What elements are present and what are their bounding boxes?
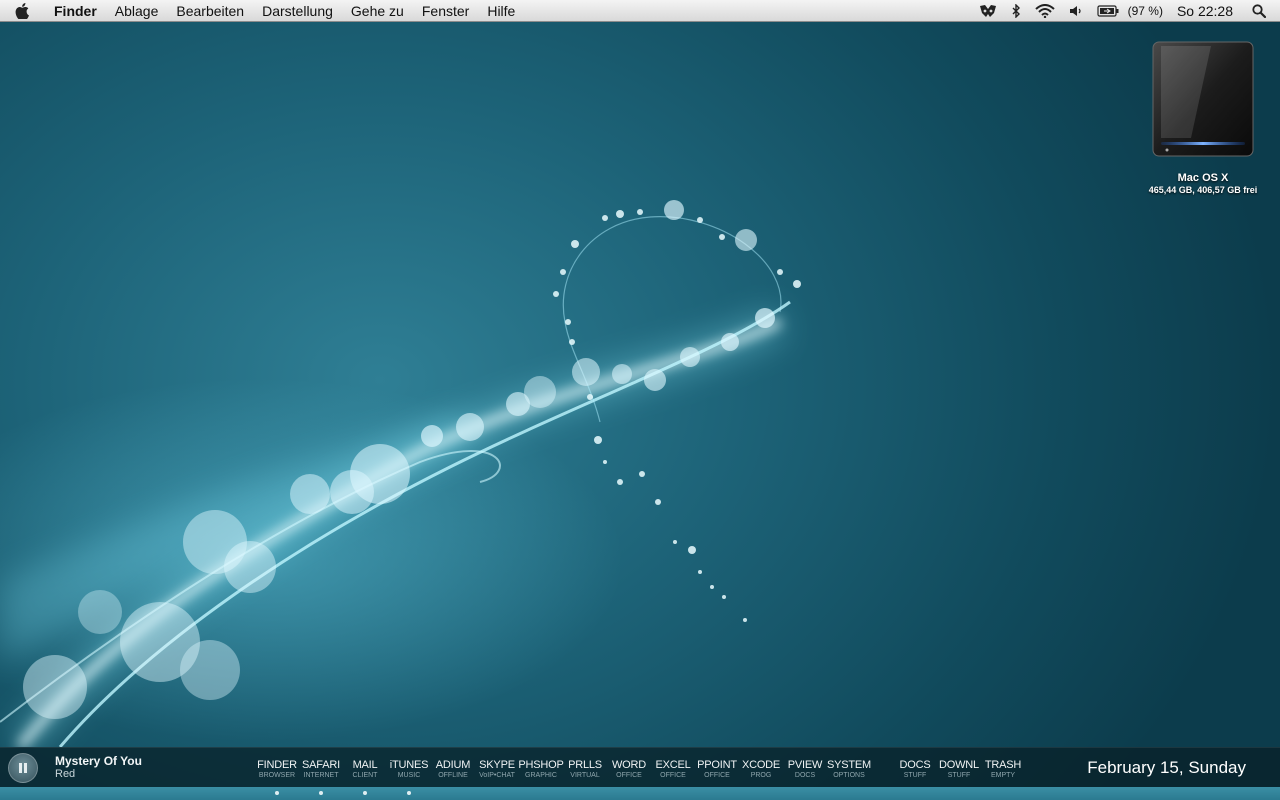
growl-status[interactable] bbox=[972, 0, 1004, 22]
dock-item-label: XCODE bbox=[741, 759, 781, 771]
dock-item-docs[interactable]: DOCS STUFF bbox=[900, 759, 931, 780]
dock-item-sublabel: EMPTY bbox=[990, 772, 1016, 779]
menu-bar: Finder Ablage Bearbeiten Darstellung Geh… bbox=[0, 0, 1280, 22]
dock-item-sublabel: GRAPHIC bbox=[525, 772, 557, 779]
pause-button[interactable] bbox=[8, 753, 38, 783]
dock-item-label: SAFARI bbox=[302, 759, 340, 771]
dock-item-system[interactable]: SYSTEM OPTIONS bbox=[827, 759, 871, 780]
dock-item-adium[interactable]: ADIUM OFFLINE bbox=[435, 759, 471, 780]
menu-clock[interactable]: So 22:28 bbox=[1169, 3, 1245, 19]
menu-hilfe[interactable]: Hilfe bbox=[478, 0, 524, 22]
dock-item-label: TRASH bbox=[984, 759, 1022, 771]
dock-item-label: ADIUM bbox=[435, 759, 471, 771]
dock-item-sublabel: STUFF bbox=[947, 772, 971, 779]
apple-icon bbox=[15, 2, 29, 19]
dock-item-sublabel: INTERNET bbox=[303, 772, 339, 779]
dock-item-skype[interactable]: SKYPE VoIP•CHAT bbox=[479, 759, 515, 780]
dock-item-sublabel: OFFLINE bbox=[438, 772, 468, 779]
bottom-strip bbox=[0, 787, 1280, 800]
desktop-disk-mac-os-x[interactable]: Mac OS X 465,44 GB, 406,57 GB frei bbox=[1130, 38, 1276, 195]
dock-item-label: PHSHOP bbox=[518, 759, 564, 771]
dock-item-mail[interactable]: MAIL CLIENT bbox=[353, 759, 378, 780]
volume-status[interactable] bbox=[1062, 0, 1090, 22]
dock-item-sublabel: OFFICE bbox=[660, 772, 686, 779]
dock-item-label: FINDER bbox=[257, 759, 297, 771]
track-title: Mystery Of You bbox=[55, 754, 142, 768]
dock-item-sublabel: OFFICE bbox=[616, 772, 642, 779]
dock-item-label: DOWNL bbox=[939, 759, 979, 771]
dock-item-sublabel: MUSIC bbox=[397, 772, 421, 779]
dock-item-phshop[interactable]: PHSHOP GRAPHIC bbox=[518, 759, 563, 780]
dock-item-prlls[interactable]: PRLLS VIRTUAL bbox=[568, 759, 602, 780]
date-display: February 15, Sunday bbox=[1087, 758, 1246, 777]
dock-item-label: SKYPE bbox=[479, 759, 515, 771]
dock-item-label: EXCEL bbox=[655, 759, 691, 771]
battery-icon bbox=[1096, 4, 1119, 17]
dock-item-sublabel: STUFF bbox=[903, 772, 927, 779]
wallpaper-swirl bbox=[0, 200, 801, 747]
dock-item-label: MAIL bbox=[352, 759, 378, 771]
dock-item-itunes[interactable]: iTUNES MUSIC bbox=[390, 759, 429, 780]
dock-item-trash[interactable]: TRASH EMPTY bbox=[985, 759, 1021, 780]
dock-item-label: PRLLS bbox=[568, 759, 602, 771]
now-playing-widget: Mystery Of You Red bbox=[0, 748, 142, 788]
battery-percentage: (97 %) bbox=[1127, 3, 1163, 18]
dock-item-label: iTUNES bbox=[389, 759, 429, 771]
dock-item-sublabel: DOCS bbox=[794, 772, 816, 779]
menu-finder[interactable]: Finder bbox=[44, 0, 106, 22]
bottom-launcher-bar: Mystery Of You Red FINDER BROWSER SAFARI IN… bbox=[0, 747, 1280, 787]
track-artist: Red bbox=[55, 768, 76, 780]
apple-menu[interactable] bbox=[0, 0, 44, 22]
menu-bearbeiten[interactable]: Bearbeiten bbox=[167, 0, 253, 22]
dock-item-ppoint[interactable]: PPOINT OFFICE bbox=[697, 759, 737, 780]
disk-name-label: Mac OS X bbox=[1177, 172, 1229, 184]
dock-item-downl[interactable]: DOWNL STUFF bbox=[939, 759, 979, 780]
dock-item-label: DOCS bbox=[899, 759, 931, 771]
dock-item-safari[interactable]: SAFARI INTERNET bbox=[302, 759, 340, 780]
status-area: (97 %) So 22:28 bbox=[972, 0, 1280, 22]
dock-item-pview[interactable]: PVIEW DOCS bbox=[787, 759, 823, 780]
track-info: Mystery Of You Red bbox=[55, 755, 142, 781]
menu-ablage[interactable]: Ablage bbox=[106, 0, 168, 22]
growl-icon bbox=[979, 4, 996, 17]
dock-item-sublabel: OFFICE bbox=[704, 772, 730, 779]
menu-gehe-zu[interactable]: Gehe zu bbox=[342, 0, 413, 22]
running-dot-safari bbox=[319, 791, 323, 795]
dock-item-sublabel: OPTIONS bbox=[833, 772, 865, 779]
battery-status[interactable] bbox=[1090, 0, 1126, 22]
dock-item-word[interactable]: WORD OFFICE bbox=[612, 759, 646, 780]
disk-capacity-label: 465,44 GB, 406,57 GB frei bbox=[1148, 185, 1258, 195]
dock-item-sublabel: CLIENT bbox=[352, 772, 378, 779]
dock-item-sublabel: PROG bbox=[750, 772, 772, 779]
wifi-status[interactable] bbox=[1028, 0, 1062, 22]
dock-item-sublabel: BROWSER bbox=[258, 772, 296, 779]
spotlight-button[interactable] bbox=[1245, 0, 1280, 22]
spotlight-icon bbox=[1252, 3, 1266, 18]
dock-item-excel[interactable]: EXCEL OFFICE bbox=[655, 759, 690, 780]
dock-item-finder[interactable]: FINDER BROWSER bbox=[257, 759, 297, 780]
volume-icon bbox=[1069, 5, 1081, 16]
running-dot-mail bbox=[363, 791, 367, 795]
dock-item-label: WORD bbox=[611, 759, 647, 771]
menu-fenster[interactable]: Fenster bbox=[413, 0, 478, 22]
hard-drive-icon bbox=[1152, 41, 1254, 157]
dock-item-sublabel: VIRTUAL bbox=[570, 772, 600, 779]
dock-item-sublabel: VoIP•CHAT bbox=[479, 772, 515, 779]
running-dot-finder bbox=[275, 791, 279, 795]
dock-item-label: PVIEW bbox=[787, 759, 823, 771]
menu-darstellung[interactable]: Darstellung bbox=[253, 0, 342, 22]
bluetooth-icon bbox=[1012, 3, 1020, 18]
bluetooth-status[interactable] bbox=[1004, 0, 1028, 22]
dock-item-label: SYSTEM bbox=[826, 759, 872, 771]
pause-icon bbox=[19, 763, 27, 773]
running-dot-itunes bbox=[407, 791, 411, 795]
dock-item-xcode[interactable]: XCODE PROG bbox=[742, 759, 780, 780]
dock-item-label: PPOINT bbox=[697, 759, 737, 771]
wifi-icon bbox=[1034, 3, 1055, 18]
